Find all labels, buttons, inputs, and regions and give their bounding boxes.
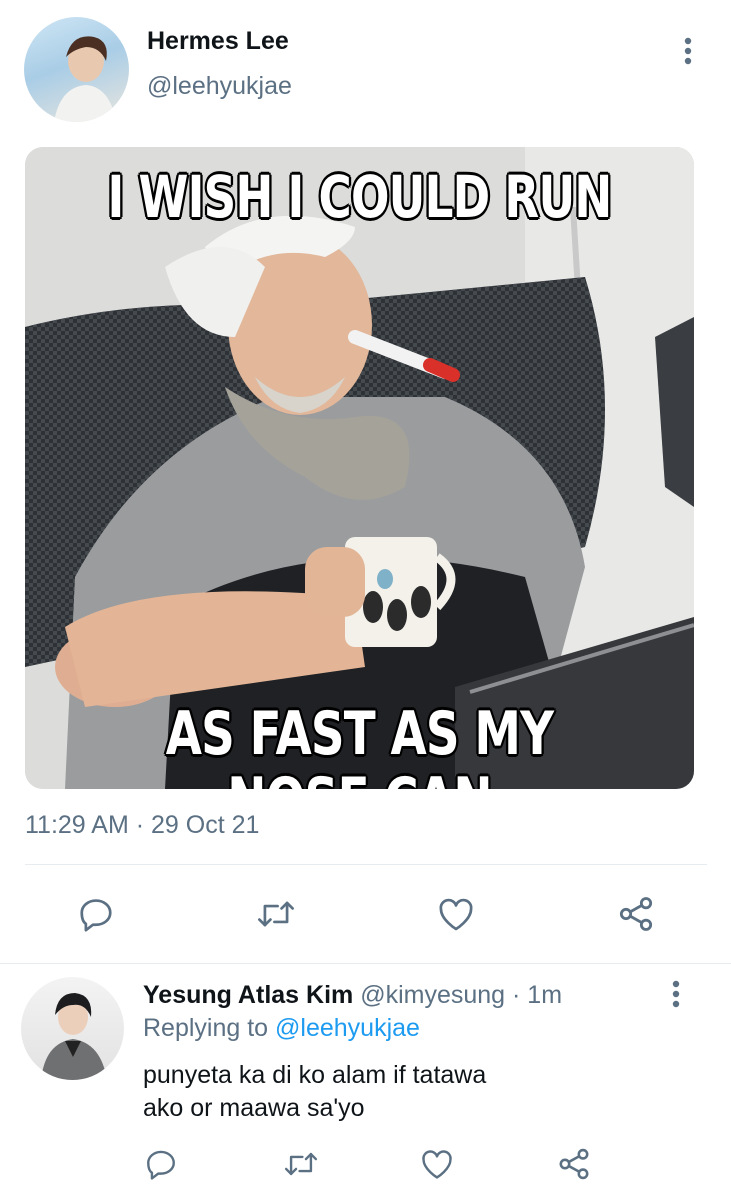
replying-to-handle[interactable]: @leehyukjae [275, 1014, 420, 1042]
reply-author-avatar[interactable] [21, 977, 124, 1080]
reply-retweet-icon[interactable] [280, 1145, 322, 1183]
tweet-timestamp[interactable]: 11:29 AM · 29 Oct 21 [25, 811, 259, 840]
meme-top-caption: I WISH I COULD RUN [107, 163, 612, 231]
reply-author-name[interactable]: Yesung Atlas Kim [143, 981, 353, 1009]
timestamp-divider [25, 864, 707, 865]
author-avatar[interactable] [24, 17, 129, 122]
meme-bottom-caption: AS FAST AS MY NOSE CAN [165, 699, 554, 789]
author-name[interactable]: Hermes Lee [147, 27, 289, 56]
reply-text: punyeta ka di ko alam if tatawa ako or m… [143, 1061, 487, 1122]
reply-like-icon[interactable] [417, 1145, 457, 1183]
reply-time[interactable]: · 1m [512, 981, 562, 1009]
like-icon[interactable] [434, 893, 478, 935]
reply-more-options-icon[interactable] [660, 978, 692, 1010]
reply-header: Yesung Atlas Kim @kimyesung · 1m [143, 981, 562, 1010]
tweet-media-image[interactable]: I WISH I COULD RUN AS FAST AS MY NOSE CA… [25, 147, 694, 789]
reply-icon[interactable] [74, 893, 118, 935]
author-handle[interactable]: @leehyukjae [147, 72, 292, 101]
replying-to-line: Replying to @leehyukjae [143, 1014, 420, 1043]
replying-to-label: Replying to [143, 1014, 269, 1042]
reply-author-handle[interactable]: @kimyesung [360, 981, 505, 1009]
reply-reply-icon[interactable] [142, 1145, 180, 1183]
actions-divider [0, 963, 731, 964]
reply-share-icon[interactable] [555, 1145, 593, 1183]
meme-illustration [25, 147, 694, 789]
more-options-icon[interactable] [672, 34, 704, 68]
share-icon[interactable] [614, 893, 658, 935]
retweet-icon[interactable] [253, 893, 299, 935]
